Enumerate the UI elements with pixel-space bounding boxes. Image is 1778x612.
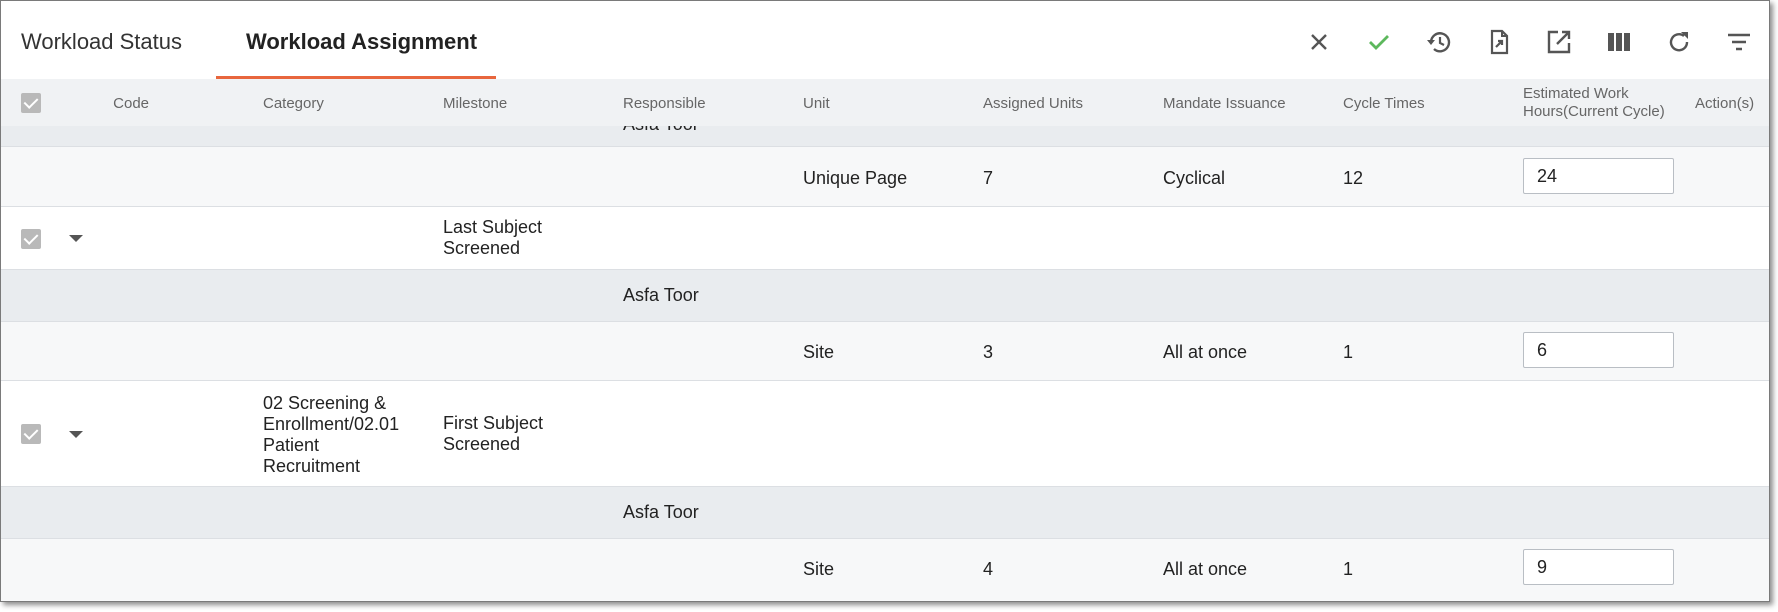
estimated-hours-input[interactable] [1523,158,1674,194]
refresh-icon[interactable] [1665,28,1693,56]
table-row: Asfa Toor [1,270,1769,322]
milestone-cell: Last Subject Screened [443,217,543,258]
estimated-hours-input[interactable] [1523,549,1674,585]
tab-workload-assignment[interactable]: Workload Assignment [246,29,477,55]
table-row: 02 Screening & Enrollment/02.01 Patient … [1,381,1769,487]
top-bar: Workload Status Workload Assignment [1,1,1769,79]
mandate-issuance-cell: All at once [1163,342,1248,362]
responsible-cell: Asfa Toor [623,285,699,305]
chevron-down-icon[interactable] [69,431,83,438]
table-row: Asfa Toor [1,487,1769,539]
chevron-down-icon[interactable] [69,235,83,242]
unit-cell: Unique Page [803,168,908,188]
table-row: Unique Page 7 Cyclical 12 [1,147,1769,207]
column-header-actions: Action(s) [1695,95,1755,112]
category-cell: 02 Screening & Enrollment/02.01 Patient … [263,393,400,476]
open-external-icon[interactable] [1545,28,1573,56]
column-header-assigned-units[interactable]: Assigned Units [983,95,1083,112]
cycle-times-cell: 1 [1343,559,1354,579]
cycle-times-cell: 12 [1343,168,1364,188]
assigned-units-cell: 3 [983,342,994,362]
mandate-issuance-cell: Cyclical [1163,168,1226,188]
table-row: Site 3 All at once 1 [1,322,1769,381]
unit-cell: Site [803,559,835,579]
estimated-hours-input[interactable] [1523,332,1674,368]
column-header-category[interactable]: Category [263,95,324,112]
row-checkbox[interactable] [21,424,41,444]
cycle-times-cell: 1 [1343,342,1354,362]
check-icon[interactable] [1365,28,1393,56]
unit-cell: Site [803,342,835,362]
row-checkbox[interactable] [21,229,41,249]
column-header-code[interactable]: Code [113,95,149,112]
close-icon[interactable] [1305,28,1333,56]
responsible-cell: Asfa Toor [623,126,699,135]
export-file-icon[interactable] [1485,28,1513,56]
tab-workload-status[interactable]: Workload Status [21,29,182,55]
columns-icon[interactable] [1605,28,1633,56]
column-header-milestone[interactable]: Milestone [443,95,507,112]
column-header-estimated-hours[interactable]: Estimated Work Hours(Current Cycle) [1523,85,1673,121]
filter-icon[interactable] [1725,28,1753,56]
history-icon[interactable] [1425,28,1453,56]
milestone-cell: First Subject Screened [443,413,544,454]
table-row: Site 4 All at once 1 [1,539,1769,601]
select-all-checkbox[interactable] [21,93,41,113]
column-header-responsible[interactable]: Responsible [623,95,706,112]
workload-panel: Workload Status Workload Assignment Code… [0,0,1770,602]
column-header-cycle-times[interactable]: Cycle Times [1343,95,1425,112]
table-row: Last Subject Screened [1,207,1769,270]
table-row: Asfa Toor [1,126,1769,147]
column-header-unit[interactable]: Unit [803,95,830,112]
assigned-units-cell: 4 [983,559,994,579]
table-header: Code Category Milestone Responsible Unit… [1,79,1769,127]
assigned-units-cell: 7 [983,168,994,188]
responsible-cell: Asfa Toor [623,502,699,522]
column-header-mandate-issuance[interactable]: Mandate Issuance [1163,95,1286,112]
mandate-issuance-cell: All at once [1163,559,1248,579]
